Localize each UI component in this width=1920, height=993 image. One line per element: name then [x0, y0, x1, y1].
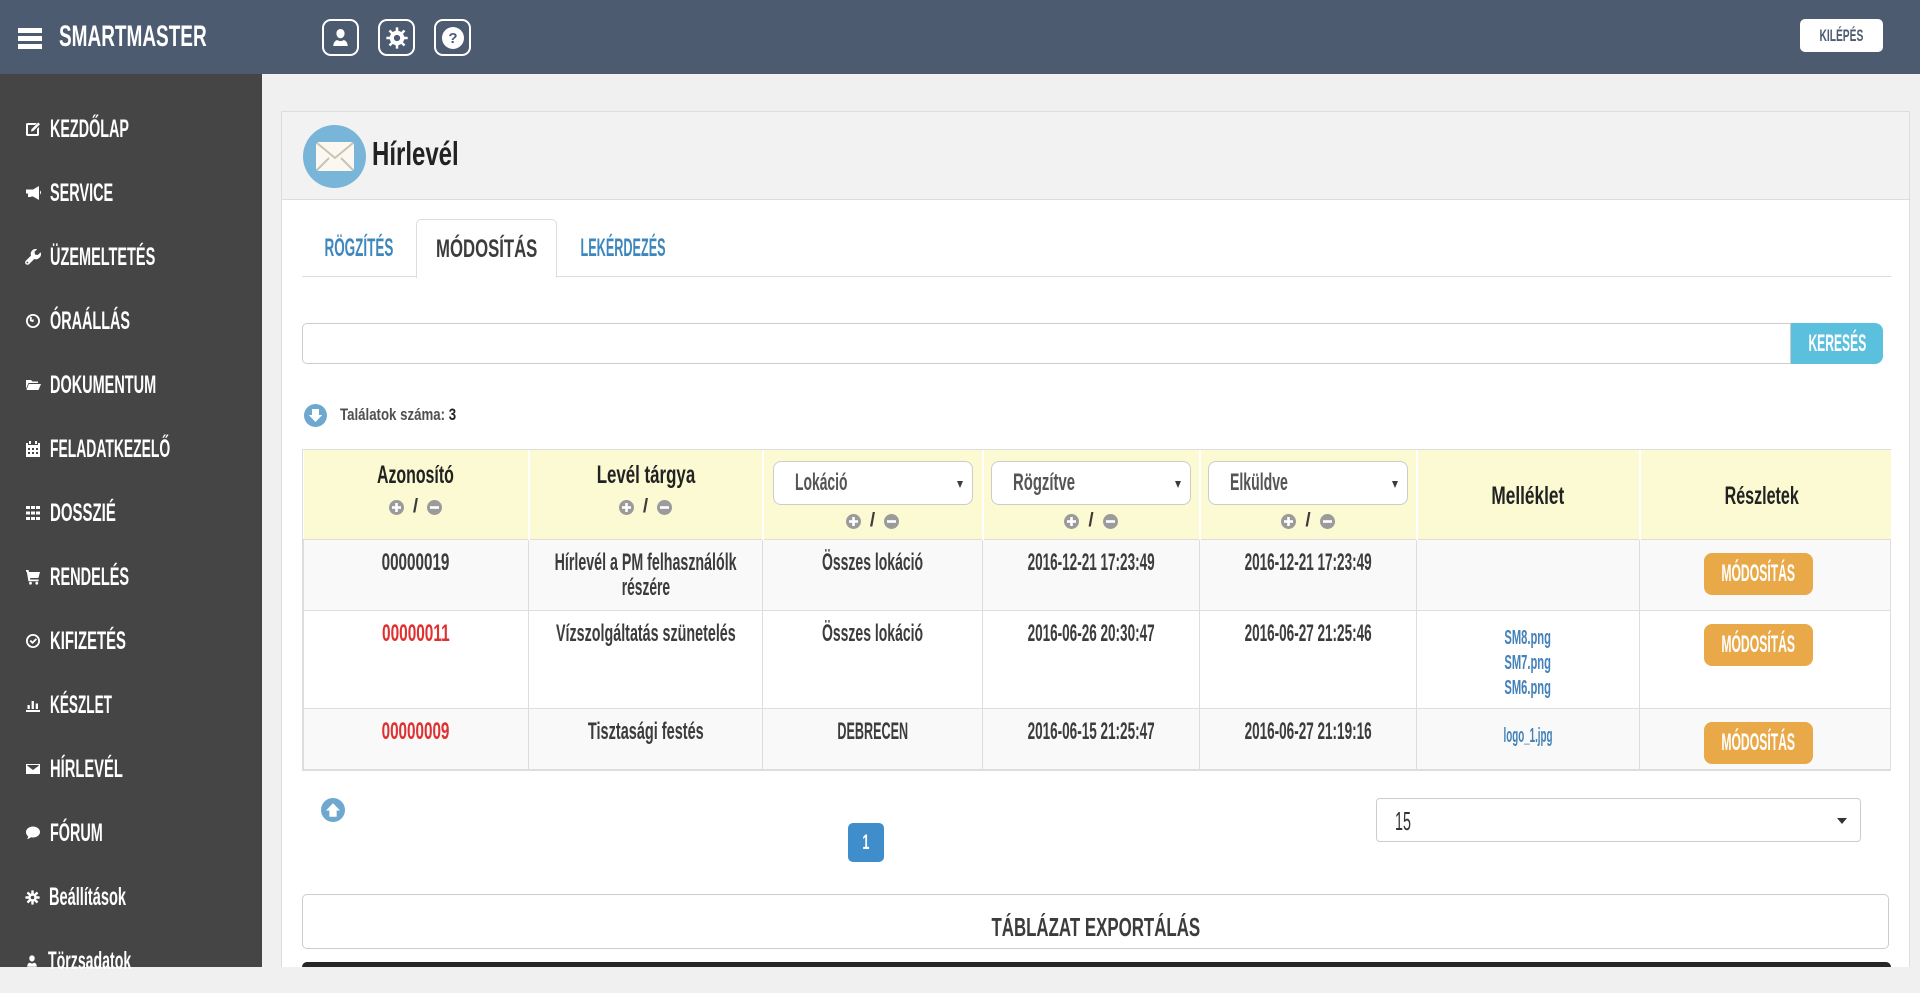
- svg-text:?: ?: [448, 30, 457, 47]
